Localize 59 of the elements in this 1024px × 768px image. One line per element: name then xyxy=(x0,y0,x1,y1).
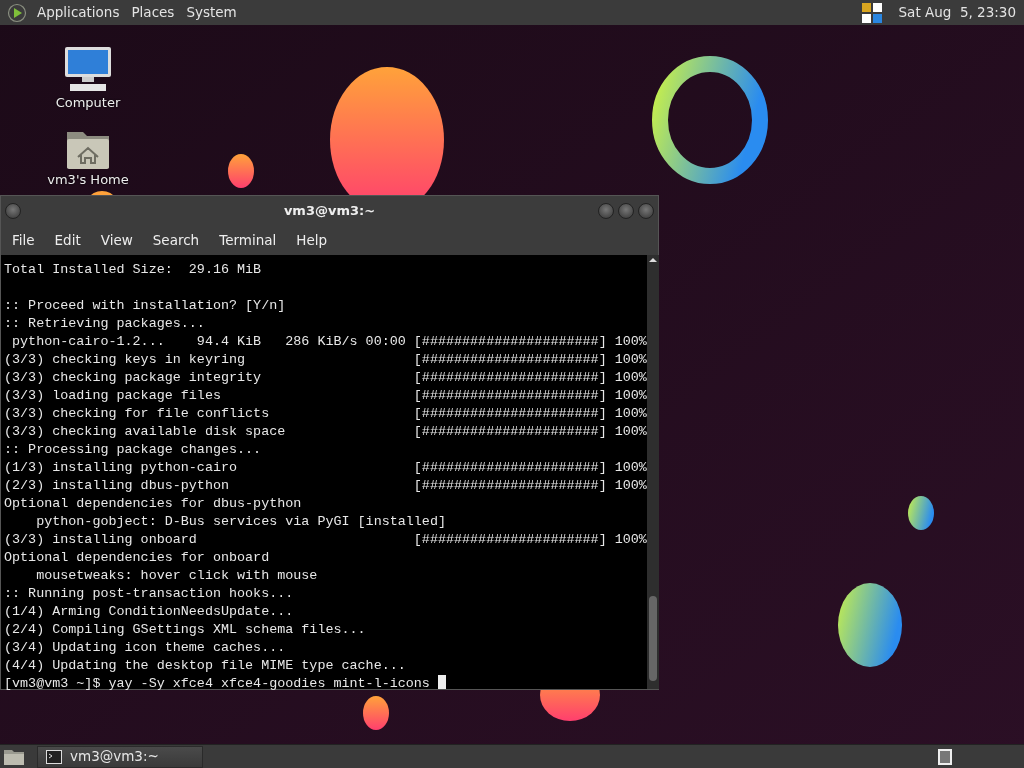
command-prompt: [vm3@vm3 ~]$ yay -Sy xfce4 xfce4-goodies mint-l-icons xyxy=(4,675,431,693)
progress-text: [######################] 100% xyxy=(413,405,647,423)
terminal-line: (2/3) installing dbus-python xyxy=(4,477,230,495)
terminal-line: (4/4) Updating the desktop file MIME type cache... xyxy=(4,657,406,675)
progress-text: [######################] 100% xyxy=(413,531,647,549)
menu-item[interactable]: Terminal xyxy=(209,230,287,251)
computer-icon xyxy=(62,45,114,93)
tray-icon[interactable] xyxy=(860,1,883,24)
progress-text: [######################] 100% xyxy=(413,459,647,477)
menu-item[interactable]: View xyxy=(90,230,143,251)
terminal-line: (3/4) Updating icon theme caches... xyxy=(4,639,286,657)
menu-item[interactable]: Edit xyxy=(44,230,91,251)
terminal-line: (3/3) checking keys in keyring xyxy=(4,351,247,369)
show-desktop-icon[interactable] xyxy=(3,747,25,766)
scrollbar[interactable] xyxy=(646,255,659,689)
workspace-switcher[interactable] xyxy=(938,748,952,765)
terminal-line: (1/3) installing python-cairo xyxy=(4,459,239,477)
panel-menu[interactable]: System xyxy=(180,0,243,25)
terminal-line: (3/3) installing onboard xyxy=(4,531,198,549)
progress-text: [######################] 100% xyxy=(413,351,647,369)
window-menu-button[interactable] xyxy=(5,203,21,219)
clock[interactable]: Sat Aug 5, 23:30 xyxy=(892,0,1022,25)
menu-item[interactable]: Search xyxy=(142,230,210,251)
terminal-line: python-gobject: D-Bus services via PyGI [installed] xyxy=(35,513,446,531)
progress-text: [######################] 100% xyxy=(413,333,647,351)
terminal-line: (2/4) Compiling GSettings XML schema files... xyxy=(4,621,366,639)
terminal-line: (3/3) checking package integrity xyxy=(4,369,263,387)
menu-item[interactable]: Help xyxy=(286,230,338,251)
terminal-icon xyxy=(46,749,62,764)
progress-text: [######################] 100% xyxy=(413,423,647,441)
terminal-line: (3/3) loading package files xyxy=(4,387,222,405)
taskbar-button[interactable]: vm3@vm3:~ xyxy=(37,745,203,768)
terminal-line: (1/4) Arming ConditionNeedsUpdate... xyxy=(4,603,294,621)
progress-text: [######################] 100% xyxy=(413,369,647,387)
progress-text: [######################] 100% xyxy=(413,477,647,495)
terminal-line: Optional dependencies for dbus-python xyxy=(4,495,302,513)
close-button[interactable] xyxy=(638,203,654,219)
progress-text: [######################] 100% xyxy=(413,387,647,405)
panel-menu[interactable]: Applications xyxy=(31,0,126,25)
terminal-line: :: Processing package changes... xyxy=(4,441,262,459)
icon-label[interactable]: vm3's Home xyxy=(47,170,129,190)
icon-label[interactable]: Computer xyxy=(55,93,121,113)
terminal-line: Optional dependencies for onboard xyxy=(4,549,270,567)
terminal-line: python-cairo-1.2... 94.4 KiB 286 KiB/s 00:00 xyxy=(11,333,407,351)
terminal-line: :: Retrieving packages... xyxy=(4,315,205,333)
menu-logo-icon[interactable] xyxy=(7,2,27,23)
terminal-line: Total Installed Size: 29.16 MiB xyxy=(4,261,262,279)
menu-item[interactable]: File xyxy=(2,230,45,251)
scrollbar-thumb[interactable] xyxy=(648,596,657,681)
maximize-button[interactable] xyxy=(618,203,634,219)
window-title: vm3@vm3:~ xyxy=(283,202,376,221)
minimize-button[interactable] xyxy=(598,203,614,219)
terminal-line: (3/3) checking available disk space xyxy=(4,423,287,441)
terminal-line: :: Proceed with installation? [Y/n] xyxy=(4,297,286,315)
panel-menu[interactable]: Places xyxy=(125,0,181,25)
text-cursor xyxy=(437,675,446,689)
terminal-line: :: Running post-transaction hooks... xyxy=(4,585,294,603)
terminal-line: (3/3) checking for file conflicts xyxy=(4,405,271,423)
terminal-line: mousetweaks: hover click with mouse xyxy=(35,567,318,585)
